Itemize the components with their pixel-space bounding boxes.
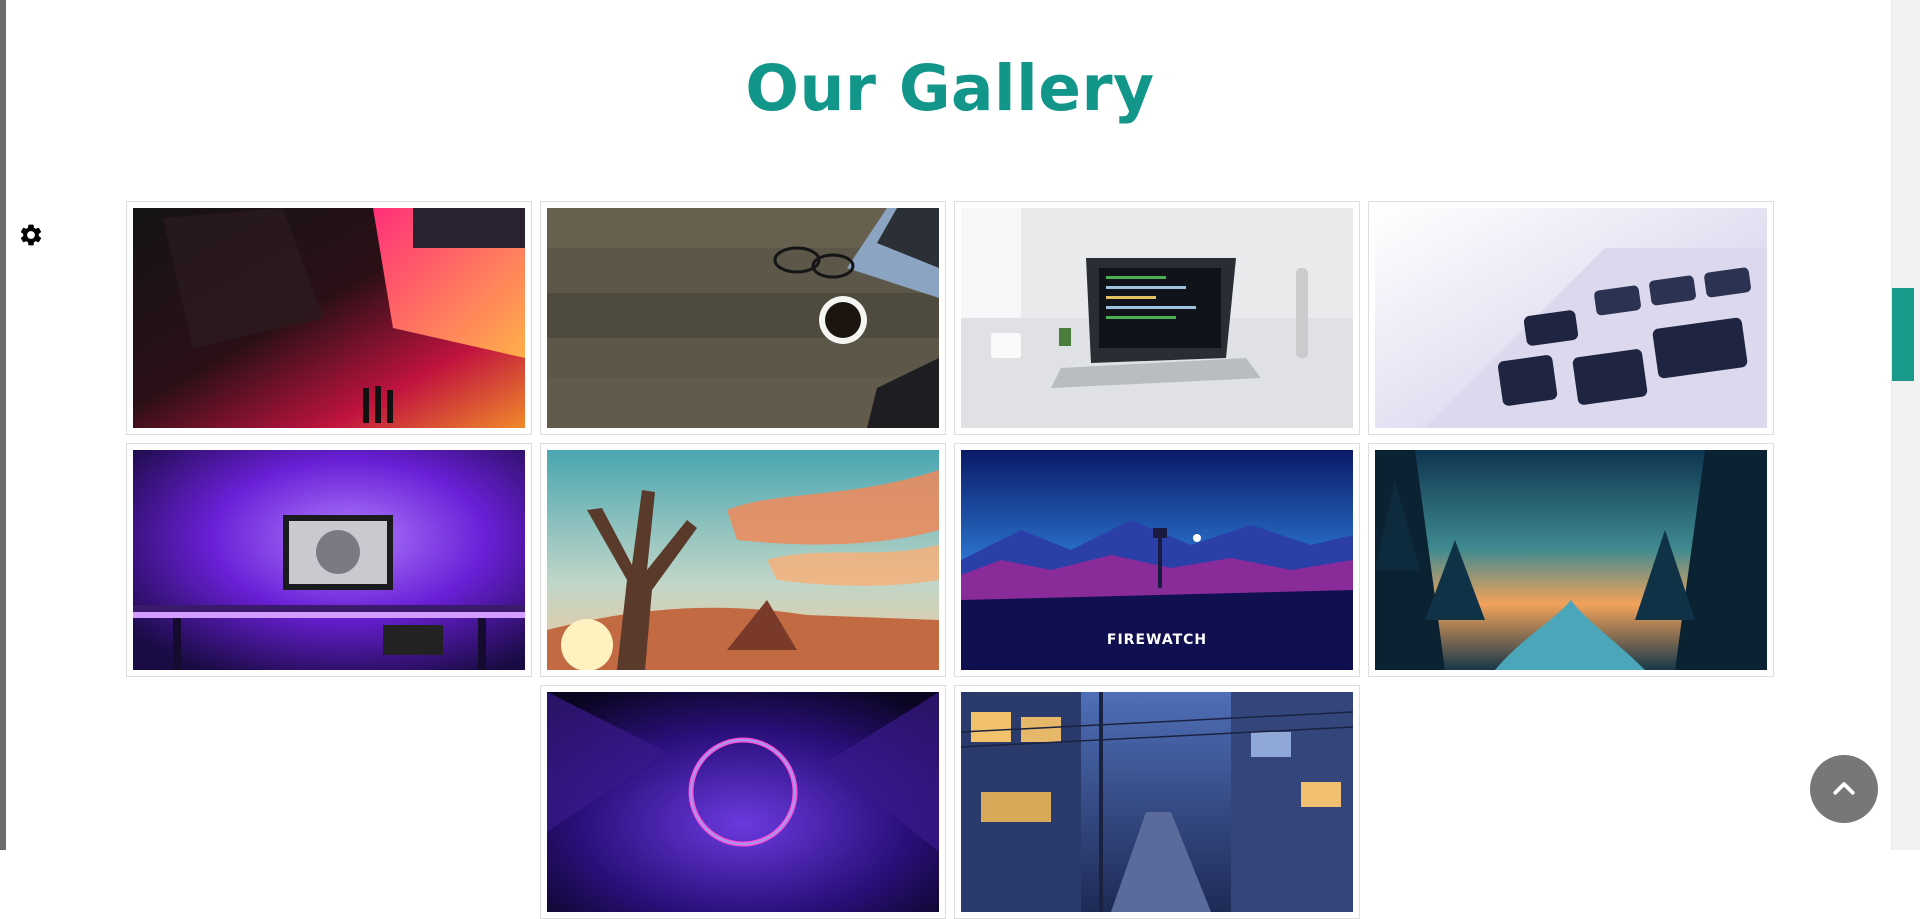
gear-icon	[20, 224, 42, 246]
firewatch-caption: FIREWATCH	[1106, 632, 1208, 648]
scroll-to-top-button[interactable]	[1810, 755, 1878, 823]
gallery-item-6[interactable]	[540, 443, 946, 677]
gallery-image-wooden-desk-coffee	[547, 208, 939, 428]
gallery-image-neon-ring-tunnel	[547, 692, 939, 912]
gallery-item-7[interactable]: FIREWATCH	[954, 443, 1360, 677]
gallery-item-3[interactable]	[954, 201, 1360, 435]
gallery-image-white-desk-laptop-code	[961, 208, 1353, 428]
scrollbar-track[interactable]	[1891, 0, 1920, 850]
gallery-image-tree-sunset-painting	[547, 450, 939, 670]
gallery-image-laptop-neon-desk	[133, 208, 525, 428]
gallery-item-1[interactable]	[126, 201, 532, 435]
gallery-item-5[interactable]	[126, 443, 532, 677]
gallery-image-firewatch-wallpaper: FIREWATCH	[961, 450, 1353, 670]
page-title: Our Gallery	[745, 52, 1155, 125]
window-left-edge	[0, 0, 6, 850]
gallery-item-8[interactable]	[1368, 443, 1774, 677]
gallery-image-forest-river-sunset	[1375, 450, 1767, 670]
settings-button[interactable]	[18, 222, 44, 248]
gallery-image-anime-street-night	[961, 692, 1353, 912]
gallery-image-keyboard-closeup	[1375, 208, 1767, 428]
gallery-item-2[interactable]	[540, 201, 946, 435]
gallery-item-4[interactable]	[1368, 201, 1774, 435]
gallery-image-purple-desk-setup	[133, 450, 525, 670]
gallery-item-10[interactable]	[954, 685, 1360, 919]
chevron-up-icon	[1833, 782, 1855, 795]
gallery-item-9[interactable]	[540, 685, 946, 919]
scrollbar-thumb[interactable]	[1892, 288, 1914, 381]
